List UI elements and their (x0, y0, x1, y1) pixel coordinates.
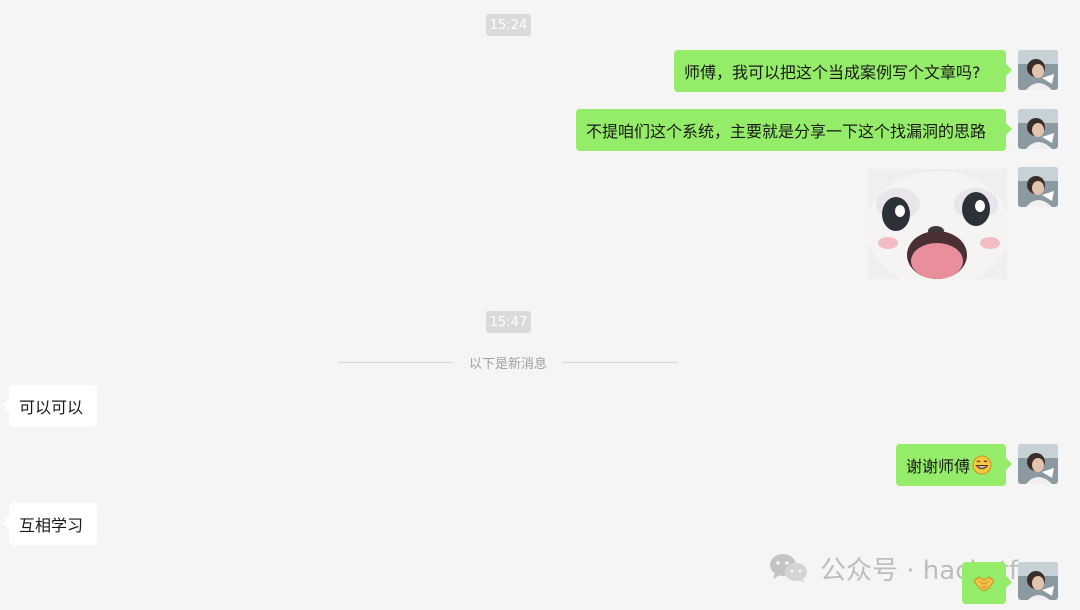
user-avatar-icon (1018, 444, 1058, 484)
message-text: 不提咱们这个系统，主要就是分享一下这个找漏洞的思路 (586, 122, 987, 141)
avatar[interactable] (1018, 109, 1058, 149)
avatar[interactable] (1018, 50, 1058, 90)
message-bubble-sent[interactable]: 谢谢师傅 (896, 444, 1012, 486)
user-avatar-icon (1018, 50, 1058, 90)
surprised-bunny-sticker (868, 169, 1007, 279)
message-bubble-received[interactable]: 互相学习 (3, 503, 97, 545)
sticker-image[interactable] (868, 169, 1007, 279)
message-text: 互相学习 (19, 516, 84, 535)
timestamp: 15:47 (486, 311, 531, 333)
avatar[interactable] (1018, 562, 1058, 600)
user-avatar-icon (1018, 562, 1058, 600)
message-bubble-sent[interactable]: 师傅，我可以把这个当成案例写个文章吗? (674, 50, 1012, 92)
new-messages-divider: 以下是新消息 (468, 357, 547, 372)
divider-line (338, 362, 453, 363)
handshake-emoji (973, 576, 995, 592)
wechat-logo (770, 554, 807, 583)
message-bubble-sent[interactable] (962, 562, 1012, 604)
user-avatar-icon (1018, 167, 1058, 207)
grin-emoji (972, 455, 992, 475)
message-text: 谢谢师傅 (906, 457, 971, 476)
timestamp: 15:24 (486, 14, 531, 36)
user-avatar-icon (1018, 109, 1058, 149)
message-bubble-received[interactable]: 可以可以 (3, 385, 97, 427)
avatar[interactable] (1018, 444, 1058, 484)
avatar[interactable] (1018, 167, 1058, 207)
message-text: 师傅，我可以把这个当成案例写个文章吗? (684, 63, 981, 82)
message-text: 可以可以 (19, 398, 84, 417)
divider-line (562, 362, 678, 363)
message-bubble-sent[interactable]: 不提咱们这个系统，主要就是分享一下这个找漏洞的思路 (576, 109, 1012, 151)
